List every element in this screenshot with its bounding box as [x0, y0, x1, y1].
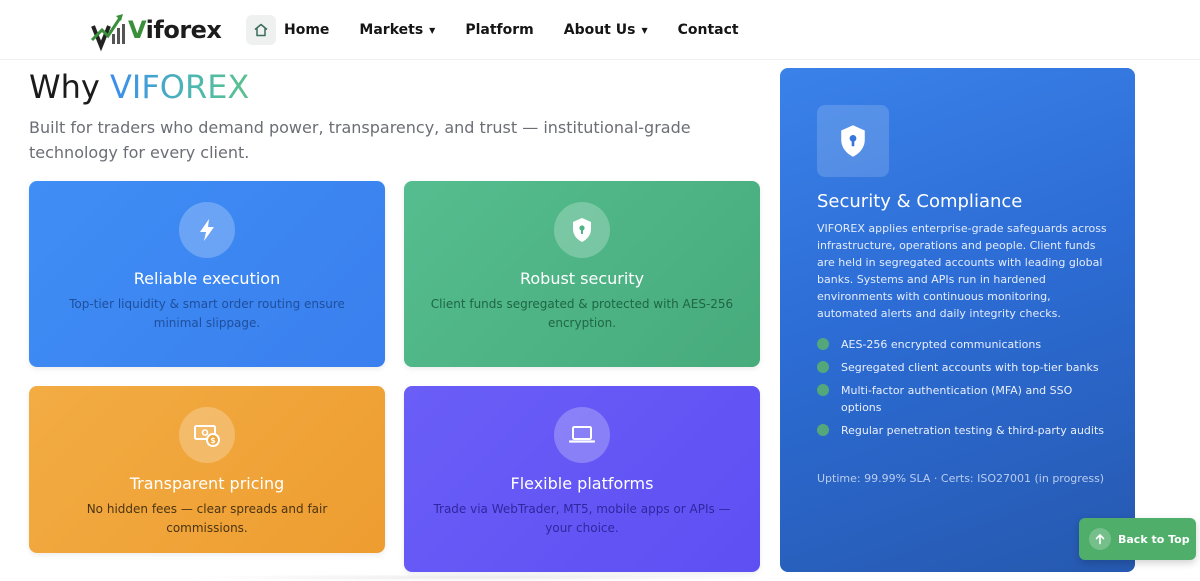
check-dot-icon [817, 361, 829, 373]
back-to-top-button[interactable]: Back to Top [1079, 518, 1196, 560]
list-item-text: Regular penetration testing & third-part… [841, 424, 1105, 437]
feature-title: Flexible platforms [510, 474, 654, 493]
list-item-text: Multi-factor authentication (MFA) and SS… [841, 384, 1073, 414]
panel-title: Security & Compliance [817, 191, 1023, 212]
home-icon[interactable] [246, 15, 276, 45]
logo[interactable]: Viforex [90, 6, 222, 54]
panel-footer-status: Uptime: 99.99% SLA · Certs: ISO27001 (in… [817, 472, 1105, 485]
list-item-text: AES-256 encrypted communications [841, 338, 1042, 351]
lightning-icon [179, 202, 235, 258]
logo-text: Viforex [128, 16, 222, 44]
list-item: Segregated client accounts with top-tier… [817, 359, 1107, 376]
feature-title: Transparent pricing [129, 474, 285, 493]
list-item: Regular penetration testing & third-part… [817, 422, 1107, 439]
laptop-icon [554, 407, 610, 463]
feature-card-transparent-pricing: $ Transparent pricing No hidden fees — c… [29, 386, 385, 553]
feature-description: Client funds segregated & protected with… [430, 297, 734, 330]
check-dot-icon [817, 424, 829, 436]
feature-card-robust-security: Robust security Client funds segregated … [404, 181, 760, 367]
panel-description: VIFOREX applies enterprise-grade safegua… [817, 222, 1107, 320]
nav-markets-label: Markets [359, 22, 424, 38]
site-header: Viforex Home Markets ▼ Platform About Us… [0, 0, 1200, 60]
nav-markets[interactable]: Markets ▼ [359, 22, 435, 38]
title-brand: VIFOREX [110, 68, 250, 106]
chevron-down-icon: ▼ [429, 25, 436, 35]
shield-lock-icon [554, 202, 610, 258]
chevron-down-icon: ▼ [641, 25, 648, 35]
arrow-up-icon [1089, 528, 1111, 550]
svg-text:$: $ [210, 436, 216, 445]
security-features-list: AES-256 encrypted communications Segrega… [817, 336, 1107, 445]
feature-title: Reliable execution [133, 269, 281, 288]
nav-about-us[interactable]: About Us ▼ [564, 22, 648, 38]
back-to-top-label: Back to Top [1118, 532, 1190, 546]
nav-platform-label: Platform [465, 22, 534, 38]
feature-description: Top-tier liquidity & smart order routing… [69, 297, 345, 330]
page-subtitle: Built for traders who demand power, tran… [29, 118, 691, 162]
viforex-logo-mark [90, 14, 125, 52]
check-dot-icon [817, 338, 829, 350]
page-title: Why VIFOREX [29, 68, 249, 106]
section-divider-shadow [180, 574, 780, 581]
nav-home[interactable]: Home [284, 22, 329, 38]
feature-title: Robust security [519, 269, 645, 288]
nav-platform[interactable]: Platform [465, 22, 533, 38]
main-nav: Home Markets ▼ Platform About Us ▼ Conta… [246, 14, 769, 46]
list-item-text: Segregated client accounts with top-tier… [841, 361, 1099, 374]
list-item: AES-256 encrypted communications [817, 336, 1107, 353]
feature-card-reliable-execution: Reliable execution Top-tier liquidity & … [29, 181, 385, 367]
shield-lock-icon [817, 105, 889, 177]
nav-contact[interactable]: Contact [678, 22, 739, 38]
security-compliance-panel: Security & Compliance VIFOREX applies en… [780, 68, 1135, 572]
nav-about-us-label: About Us [563, 22, 636, 38]
feature-card-flexible-platforms: Flexible platforms Trade via WebTrader, … [404, 386, 760, 572]
title-prefix: Why [29, 68, 111, 106]
nav-contact-label: Contact [677, 22, 739, 38]
money-icon: $ [179, 407, 235, 463]
feature-description: Trade via WebTrader, MT5, mobile apps or… [433, 502, 731, 535]
feature-description: No hidden fees — clear spreads and fair … [86, 502, 328, 535]
nav-home-label: Home [284, 22, 330, 38]
list-item: Multi-factor authentication (MFA) and SS… [817, 382, 1107, 416]
check-dot-icon [817, 384, 829, 396]
